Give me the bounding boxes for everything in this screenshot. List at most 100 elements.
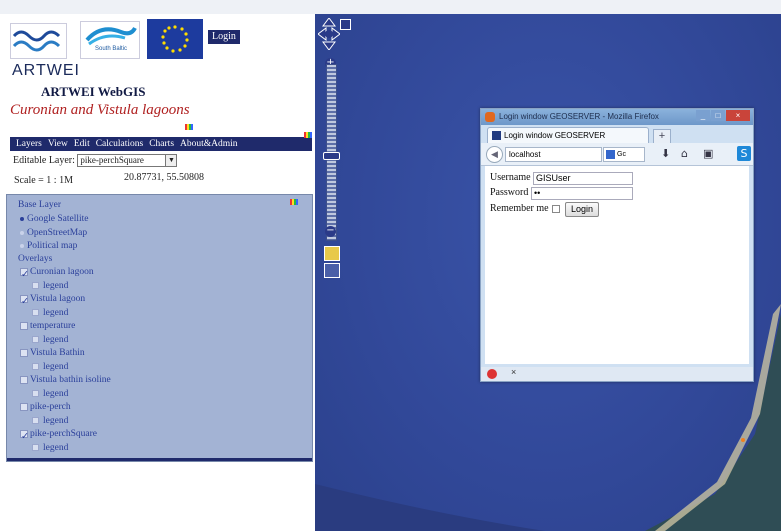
checkbox-icon[interactable] [20,348,28,357]
close-addon-bar-button[interactable]: × [511,367,516,377]
zoom-box-icon[interactable] [324,263,340,278]
layer-panel-bottom-border [7,458,312,461]
remember-me-label: Remember me [490,203,549,214]
layer-switcher-toggle-icon[interactable] [340,19,351,30]
search-box[interactable]: Gc [603,147,645,162]
download-icon[interactable]: ⬇ [661,148,670,160]
bookmarks-icon[interactable]: ▣ [703,148,713,160]
artwei-logo-text: ARTWEI [12,62,80,79]
base-layer-google-satellite[interactable]: Google Satellite [20,214,88,224]
zoom-out-button[interactable]: − [325,226,336,237]
firefox-titlebar: Login window GEOSERVER - Mozilla Firefox… [481,109,753,125]
new-tab-button[interactable]: + [653,129,671,144]
base-layer-openstreetmap[interactable]: OpenStreetMap [20,228,87,238]
navigation-bar: ◀ localhost Gc ⬇ ⌂ ▣ S [481,143,753,166]
color-palette-icon [185,124,193,130]
password-label: Password [490,187,529,198]
adblock-icon[interactable] [487,369,497,379]
checkbox-icon[interactable] [20,402,28,411]
legend-icon [32,363,39,371]
minimize-button[interactable]: _ [696,110,710,121]
south-baltic-logo: South Baltic [80,21,140,59]
overlay-legend-link[interactable]: legend [32,416,68,426]
radio-selected-icon[interactable] [20,216,24,221]
login-page-content: Username GISUser Password •• Remember me… [485,166,749,364]
checkbox-icon[interactable] [20,321,28,330]
legend-icon [32,444,39,452]
tab-bar: Login window GEOSERVER + [481,125,753,144]
overlay-vistula-lagoon[interactable]: ✓Vistula lagoon [20,294,85,307]
tab-login-window[interactable]: Login window GEOSERVER [487,127,649,144]
login-button[interactable]: Login [565,202,600,217]
radio-icon[interactable] [20,230,24,235]
close-window-button[interactable]: × [726,110,750,121]
editable-layer-select[interactable]: pike-perchSquare ▼ [77,154,178,167]
overlay-legend-link[interactable]: legend [32,335,68,345]
editable-layer-row: Editable Layer: pike-perchSquare ▼ [13,154,178,167]
menu-item-edit[interactable]: Edit [74,139,90,149]
maximize-button[interactable]: □ [711,110,725,121]
back-button[interactable]: ◀ [486,146,503,163]
menu-palette-icon [304,132,312,138]
radio-icon[interactable] [20,243,24,248]
search-engine-icon [606,150,615,159]
app-title: ARTWEI WebGIS [41,84,146,99]
username-input[interactable]: GISUser [533,172,633,185]
legend-icon [32,417,39,425]
overlay-vistula-bathin-isoline[interactable]: Vistula bathin isoline [20,375,111,385]
zoom-slider-thumb[interactable] [323,152,340,160]
layer-panel-palette-icon [290,199,298,205]
menu-item-charts[interactable]: Charts [149,139,174,149]
legend-icon [32,336,39,344]
home-icon[interactable]: ⌂ [681,148,688,160]
overlays-heading: Overlays [18,254,53,264]
legend-icon [32,282,39,290]
firefox-logo-icon [485,112,495,122]
firefox-login-window: Login window GEOSERVER - Mozilla Firefox… [480,108,754,382]
menu-item-layers[interactable]: Layers [16,139,42,149]
overlay-legend-link[interactable]: legend [32,308,68,318]
mouse-coordinates: 20.87731, 55.50808 [124,172,204,183]
left-panel: South Baltic Login ARTWEI ARTWEI WebGIS … [0,14,315,531]
editable-layer-value: pike-perchSquare [80,155,144,165]
scale-readout: Scale = 1 : 1M [14,175,73,186]
checkbox-icon[interactable] [20,375,28,384]
overlay-legend-link[interactable]: legend [32,281,68,291]
overlay-pike-perch-square[interactable]: ✓pike-perchSquare [20,429,97,442]
legend-icon [32,309,39,317]
checkbox-checked-icon[interactable]: ✓ [20,294,29,307]
checkbox-checked-icon[interactable]: ✓ [20,267,29,280]
login-link[interactable]: Login [208,30,240,44]
url-bar[interactable]: localhost [505,147,602,162]
chevron-down-icon[interactable]: ▼ [165,155,177,166]
map-marker-dot [741,438,745,442]
legend-icon [32,390,39,398]
overlay-pike-perch[interactable]: pike-perch [20,402,71,412]
overlay-curonian-lagoon[interactable]: ✓Curonian lagoon [20,267,94,280]
addon-bar: × [481,367,753,381]
overlay-legend-link[interactable]: legend [32,389,68,399]
top-toolbar-strip [0,0,781,15]
menu-item-about-admin[interactable]: About&Admin [180,139,238,149]
base-layer-heading: Base Layer [18,200,61,210]
favicon-icon [492,131,501,141]
layer-switcher-panel: Base Layer Google Satellite OpenStreetMa… [6,194,313,462]
overlay-vistula-bathin[interactable]: Vistula Bathin [20,348,85,358]
remember-me-checkbox[interactable] [552,205,560,213]
checkbox-checked-icon[interactable]: ✓ [20,429,29,442]
overlay-legend-link[interactable]: legend [32,362,68,372]
editable-layer-label: Editable Layer: [13,154,75,166]
edit-tool-icon[interactable] [324,246,340,261]
overlay-temperature[interactable]: temperature [20,321,75,331]
menu-item-calculations[interactable]: Calculations [96,139,144,149]
menu-item-view[interactable]: View [48,139,68,149]
window-title: Login window GEOSERVER - Mozilla Firefox [499,112,659,121]
app-subtitle: Curonian and Vistula lagoons [10,102,190,118]
pan-control[interactable] [317,17,341,51]
base-layer-political-map[interactable]: Political map [20,241,77,251]
username-label: Username [490,172,531,183]
main-menu-bar: Layers View Edit Calculations Charts Abo… [10,137,312,151]
skype-icon[interactable]: S [737,146,751,161]
overlay-legend-link[interactable]: legend [32,443,68,453]
password-input[interactable]: •• [531,187,633,200]
